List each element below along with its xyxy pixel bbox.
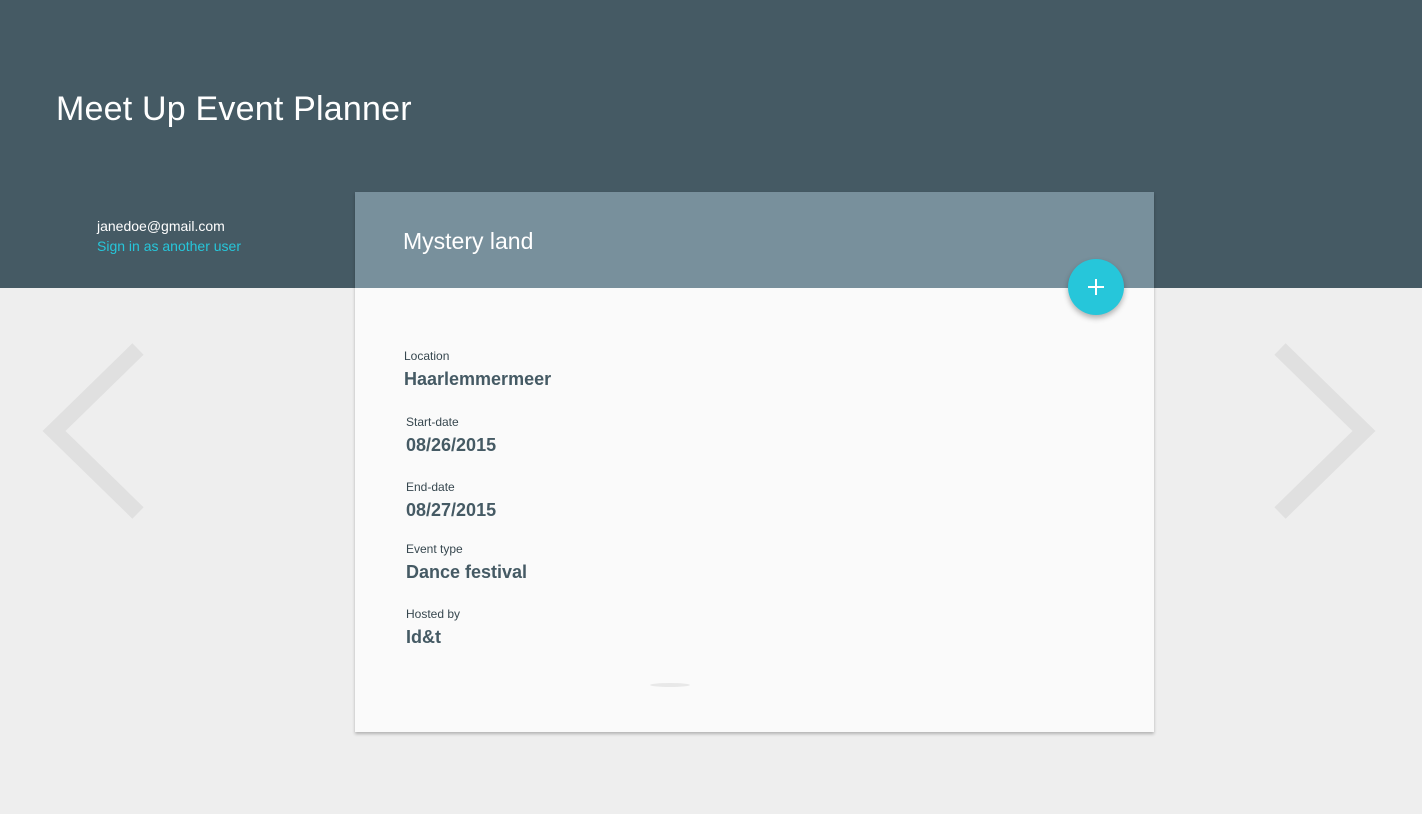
add-event-button[interactable] bbox=[1068, 259, 1124, 315]
field-hosted-by-label: Hosted by bbox=[406, 607, 461, 621]
field-location-label: Location bbox=[404, 349, 450, 363]
field-end-date: End-date 08/27/2015 bbox=[406, 479, 496, 521]
field-event-type-label: Event type bbox=[406, 542, 463, 556]
field-hosted-by-value: Id&t bbox=[406, 627, 441, 647]
event-card-header: Mystery land bbox=[355, 192, 1154, 288]
field-end-date-label: End-date bbox=[406, 480, 455, 494]
chevron-left-icon bbox=[42, 343, 144, 519]
page: Meet Up Event Planner janedoe@gmail.com … bbox=[0, 0, 1422, 814]
chevron-right-icon bbox=[1274, 343, 1376, 519]
field-location-value: Haarlemmermeer bbox=[404, 369, 552, 389]
field-hosted-by: Hosted by Id&t bbox=[406, 606, 460, 648]
previous-event-button[interactable] bbox=[38, 340, 158, 522]
sign-in-another-user-link[interactable]: Sign in as another user bbox=[97, 235, 241, 257]
plus-icon bbox=[1088, 279, 1104, 295]
user-email: janedoe@gmail.com bbox=[97, 218, 225, 234]
field-start-date: Start-date 08/26/2015 bbox=[406, 414, 496, 456]
ripple-mark bbox=[650, 683, 690, 687]
field-event-type-value: Dance festival bbox=[406, 562, 528, 582]
user-panel: janedoe@gmail.com Sign in as another use… bbox=[97, 217, 241, 257]
field-start-date-label: Start-date bbox=[406, 415, 459, 429]
event-title: Mystery land bbox=[403, 228, 534, 254]
field-start-date-value: 08/26/2015 bbox=[406, 435, 497, 455]
field-end-date-value: 08/27/2015 bbox=[406, 500, 497, 520]
app-title: Meet Up Event Planner bbox=[56, 90, 412, 128]
field-location: Location Haarlemmermeer bbox=[404, 348, 551, 390]
field-event-type: Event type Dance festival bbox=[406, 541, 527, 583]
event-card: Mystery land Location Haarlemmermeer Sta… bbox=[355, 192, 1154, 732]
next-event-button[interactable] bbox=[1262, 340, 1382, 522]
